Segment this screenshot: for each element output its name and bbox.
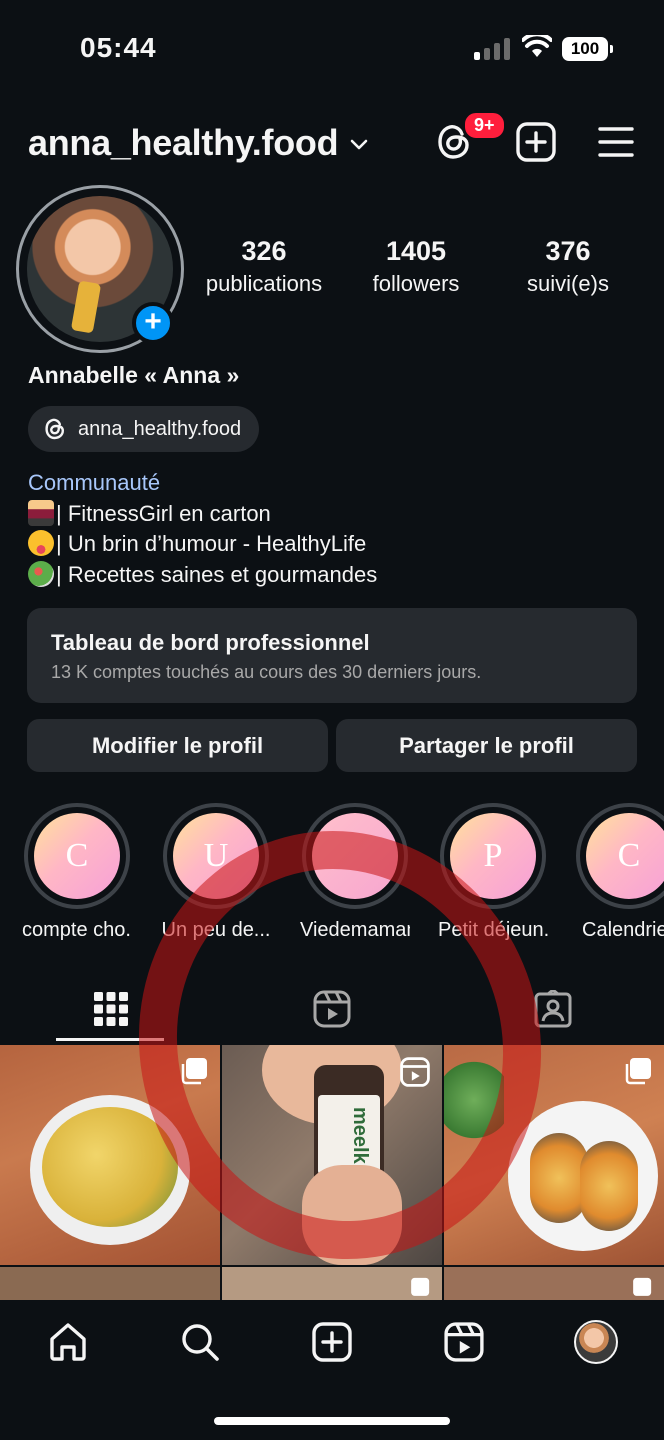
post-thumbnail[interactable]: [444, 1045, 664, 1265]
highlight-label: Un peu de...: [161, 919, 271, 941]
stat-following[interactable]: 376 suivi(e)s: [510, 236, 626, 297]
dashboard-subtitle: 13 K comptes touchés au cours des 30 der…: [51, 662, 482, 682]
highlight-label: Calendrier: [582, 919, 664, 941]
highlight-cover: U: [173, 813, 259, 899]
stat-value: 1405: [385, 236, 447, 266]
profile-header: anna_healthy.food 9+: [0, 110, 664, 174]
home-indicator: [214, 1417, 450, 1425]
posts-grid: meelk: [0, 1045, 664, 1300]
threads-icon: [45, 418, 65, 440]
stat-value: 326: [241, 236, 287, 266]
create-post-icon: [312, 1322, 352, 1362]
story-highlight[interactable]: C Calendrier: [576, 803, 664, 942]
threads-profile-link[interactable]: anna_healthy.food: [28, 406, 260, 452]
bio-line: | Un brin d’humour - HealthyLife: [28, 529, 377, 560]
post-thumbnail[interactable]: [222, 1267, 442, 1300]
tagged-person-icon: [534, 990, 572, 1028]
create-post-icon[interactable]: [516, 122, 556, 162]
story-highlight[interactable]: C compte cho...: [22, 803, 132, 942]
story-highlight[interactable]: P Petit déjeun...: [438, 803, 548, 942]
bio-text: | Recettes saines et gourmandes: [56, 561, 378, 587]
status-bar: 05:44 100: [0, 0, 664, 100]
notification-badge: 9+: [462, 110, 507, 141]
reels-icon: [313, 990, 351, 1028]
chevron-down-icon: [350, 139, 368, 150]
account-switcher[interactable]: anna_healthy.food: [28, 122, 368, 164]
stat-label: publications: [205, 271, 323, 296]
story-highlight[interactable]: Viedemaman: [300, 803, 410, 942]
full-name: Annabelle « Anna »: [28, 362, 240, 388]
tab-reels[interactable]: [277, 985, 387, 1033]
nav-create[interactable]: [310, 1320, 354, 1364]
carousel-icon: [181, 1058, 207, 1085]
tab-posts-grid[interactable]: [56, 985, 166, 1033]
highlight-label: Viedemaman: [300, 919, 410, 941]
battery-icon: 100: [562, 37, 613, 61]
carousel-icon: [411, 1277, 430, 1296]
jar-label: meelk: [318, 1095, 380, 1175]
home-icon: [50, 1323, 86, 1361]
highlight-label: Petit déjeun...: [438, 919, 548, 941]
add-story-plus-icon[interactable]: +: [132, 302, 174, 344]
nav-reels[interactable]: [442, 1320, 486, 1364]
stat-value: 376: [545, 236, 591, 266]
share-profile-button[interactable]: Partager le profil: [336, 719, 637, 772]
tab-tagged[interactable]: [498, 985, 608, 1033]
story-highlight[interactable]: U Un peu de...: [161, 803, 271, 942]
threads-handle: anna_healthy.food: [78, 417, 242, 440]
dashboard-title: Tableau de bord professionnel: [51, 630, 370, 655]
grid-icon: [94, 992, 128, 1026]
bio: Communauté | FitnessGirl en carton | Un …: [28, 468, 377, 590]
reel-icon: [400, 1057, 430, 1087]
salad-emoji-icon: [28, 560, 54, 587]
stat-publications[interactable]: 326 publications: [198, 236, 330, 297]
nav-profile[interactable]: [574, 1320, 618, 1364]
wifi-icon: [522, 35, 552, 57]
professional-dashboard[interactable]: Tableau de bord professionnel 13 K compt…: [27, 608, 637, 703]
bio-text: | Un brin d’humour - HealthyLife: [56, 531, 367, 556]
post-thumbnail[interactable]: [0, 1267, 220, 1300]
nav-search[interactable]: [178, 1320, 222, 1364]
highlight-label: compte cho...: [22, 919, 132, 941]
status-time: 05:44: [80, 32, 157, 63]
highlight-cover: C: [34, 813, 120, 899]
bio-line: | Recettes saines et gourmandes: [28, 560, 377, 591]
username: anna_healthy.food: [28, 122, 339, 163]
stat-label: followers: [372, 271, 460, 296]
zany-face-emoji-icon: [28, 530, 54, 556]
highlight-cover: [312, 813, 398, 899]
highlight-cover: C: [586, 813, 664, 899]
post-thumbnail[interactable]: [444, 1267, 664, 1300]
edit-profile-button[interactable]: Modifier le profil: [27, 719, 328, 772]
post-thumbnail[interactable]: [0, 1045, 220, 1265]
stat-followers[interactable]: 1405 followers: [352, 236, 480, 297]
cellular-signal-icon: [474, 38, 512, 60]
active-tab-indicator: [56, 1038, 164, 1041]
category-label[interactable]: Communauté: [28, 468, 377, 499]
menu-icon[interactable]: [598, 126, 634, 158]
bio-line: | FitnessGirl en carton: [28, 499, 377, 530]
post-thumbnail[interactable]: meelk: [222, 1045, 442, 1265]
carousel-icon: [633, 1277, 652, 1296]
search-icon: [182, 1324, 219, 1361]
reels-icon: [444, 1322, 484, 1362]
weightlifter-emoji-icon: [28, 499, 54, 526]
avatar: [574, 1320, 618, 1364]
carousel-icon: [625, 1058, 651, 1085]
stat-label: suivi(e)s: [527, 271, 609, 296]
nav-home[interactable]: [46, 1320, 90, 1364]
bio-text: | FitnessGirl en carton: [56, 500, 271, 526]
highlight-cover: P: [450, 813, 536, 899]
